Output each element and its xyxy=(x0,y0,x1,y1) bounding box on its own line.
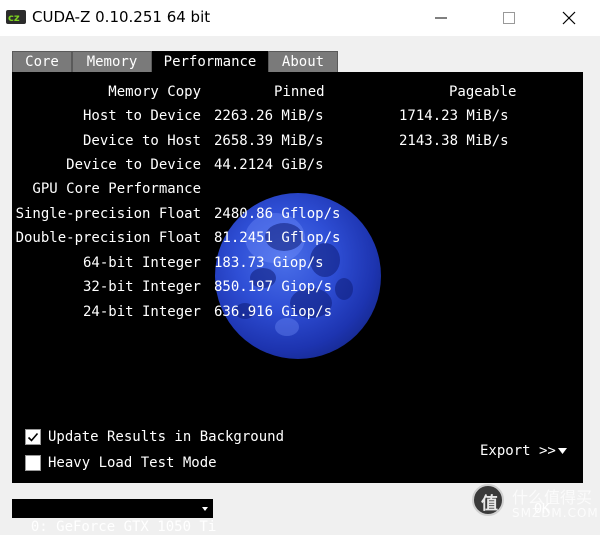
tab-performance[interactable]: Performance xyxy=(152,51,268,72)
tab-core[interactable]: Core xyxy=(12,51,72,72)
memory-copy-heading: Memory Copy xyxy=(108,84,201,100)
device-to-host-pinned-value: 2658.39 MiB/s xyxy=(214,133,324,149)
maximize-button[interactable] xyxy=(486,0,532,36)
host-to-device-label: Host to Device xyxy=(82,108,201,124)
host-to-device-pinned-value: 2263.26 MiB/s xyxy=(214,108,324,124)
single-precision-float-label: Single-precision Float xyxy=(15,206,201,222)
update-background-label: Update Results in Background xyxy=(48,429,285,445)
performance-panel: Memory Copy Pinned Pageable Host to Devi… xyxy=(12,72,583,483)
device-to-host-label: Device to Host xyxy=(82,133,201,149)
single-precision-float-value: 2480.86 Gflop/s xyxy=(214,206,341,222)
checkmark-icon xyxy=(27,432,39,442)
device-select-value: 0: GeForce GTX 1050 Ti xyxy=(30,519,217,535)
close-icon xyxy=(562,11,576,25)
64-bit-integer-value: 183.73 Giop/s xyxy=(214,255,324,271)
double-precision-float-value: 81.2451 Gflop/s xyxy=(214,230,341,246)
32-bit-integer-label: 32-bit Integer xyxy=(82,279,201,295)
device-to-device-pinned-value: 44.2124 GiB/s xyxy=(214,157,324,173)
heavy-load-checkbox[interactable] xyxy=(25,455,41,471)
heavy-load-label: Heavy Load Test Mode xyxy=(48,455,217,471)
tab-memory[interactable]: Memory xyxy=(72,51,152,72)
24-bit-integer-value: 636.916 Giop/s xyxy=(214,304,333,320)
watermark-logo: 值 xyxy=(472,484,504,516)
pageable-column-header: Pageable xyxy=(449,84,517,100)
watermark-logo-text: 值 xyxy=(481,494,498,514)
maximize-icon xyxy=(503,12,515,24)
title-bar: cz CUDA-Z 0.10.251 64 bit xyxy=(0,0,600,36)
device-to-host-pageable-value: 2143.38 MiB/s xyxy=(399,133,509,149)
pinned-column-header: Pinned xyxy=(274,84,325,100)
gpu-core-performance-heading: GPU Core Performance xyxy=(32,181,201,197)
svg-text:cz: cz xyxy=(8,13,20,24)
device-to-device-label: Device to Device xyxy=(66,157,201,173)
close-button[interactable] xyxy=(546,0,592,36)
export-button[interactable]: Export >> xyxy=(480,442,556,460)
window-title: CUDA-Z 0.10.251 64 bit xyxy=(32,8,211,26)
32-bit-integer-value: 850.197 Giop/s xyxy=(214,279,333,295)
cuda-z-icon: cz xyxy=(6,10,26,24)
chevron-down-icon[interactable] xyxy=(558,448,567,454)
dropdown-arrow-icon xyxy=(202,507,208,511)
24-bit-integer-label: 24-bit Integer xyxy=(82,304,201,320)
ok-button[interactable]: OK xyxy=(503,499,581,521)
update-background-checkbox[interactable] xyxy=(25,429,41,445)
double-precision-float-label: Double-precision Float xyxy=(15,230,201,246)
host-to-device-pageable-value: 1714.23 MiB/s xyxy=(399,108,509,124)
device-select[interactable]: 0: GeForce GTX 1050 Ti xyxy=(12,499,216,535)
tab-about[interactable]: About xyxy=(268,51,338,72)
64-bit-integer-label: 64-bit Integer xyxy=(82,255,201,271)
minimize-button[interactable] xyxy=(418,0,464,36)
minimize-icon xyxy=(435,17,447,19)
